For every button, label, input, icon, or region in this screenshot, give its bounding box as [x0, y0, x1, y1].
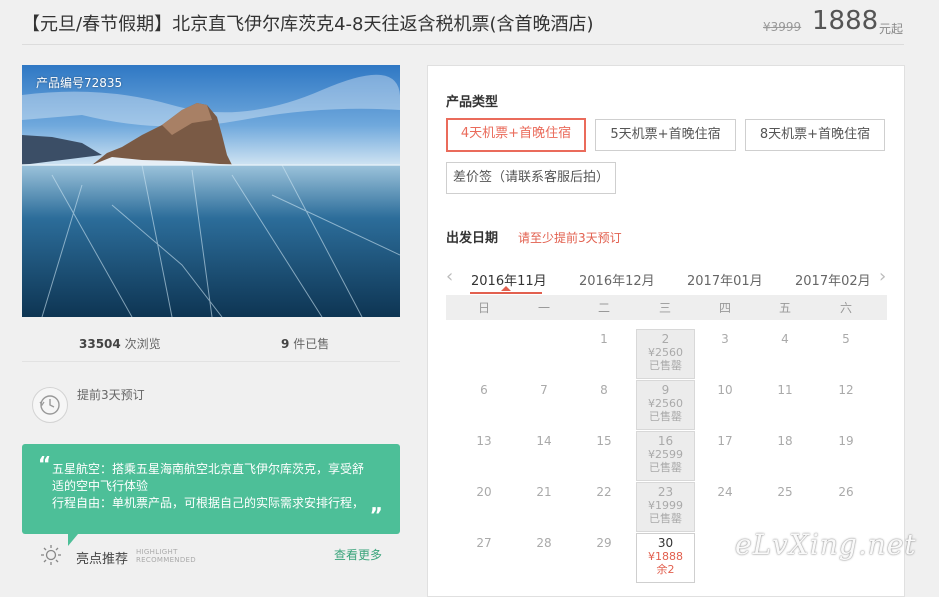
day-number: 23	[657, 485, 674, 499]
sun-icon	[40, 544, 62, 566]
highlight-en-line-2: RECOMMENDED	[136, 556, 196, 564]
month-tab-2017-01[interactable]: 2017年01月	[687, 270, 763, 289]
day-price: ¥2560	[648, 397, 683, 410]
quote-close-icon: „	[370, 492, 384, 516]
sold-count: 9	[281, 337, 290, 351]
product-type-title: 产品类型	[446, 95, 499, 110]
highlight-line-2: 行程自由：单机票产品，可根据自己的实际需求安排行程，	[52, 496, 365, 510]
calendar-day-1: 1	[600, 332, 608, 346]
highlight-title-en: HIGHLIGHT RECOMMENDED	[136, 548, 196, 564]
calendar-day-15: 15	[596, 434, 612, 448]
highlight-pointer	[68, 534, 80, 546]
option-4-day[interactable]: 4天机票+首晚住宿	[446, 118, 586, 152]
calendar-day-21: 21	[536, 485, 552, 499]
views-stat: 33504 次浏览	[79, 335, 161, 352]
price-unit: 元起	[879, 22, 904, 36]
calendar-day-11: 11	[777, 383, 793, 397]
product-id: 产品编号72835	[36, 76, 123, 90]
calendar-day-14: 14	[536, 434, 552, 448]
day-status: 余2	[656, 563, 675, 576]
calendar-day-20: 20	[476, 485, 492, 499]
weekday-sun: 日	[477, 301, 490, 315]
day-price: ¥2599	[648, 448, 683, 461]
next-month-icon[interactable]: ›	[879, 266, 886, 287]
option-8-day[interactable]: 8天机票+首晚住宿	[745, 119, 885, 151]
calendar-day-12: 12	[838, 383, 854, 397]
calendar-day-26: 26	[838, 485, 854, 499]
calendar-day-30[interactable]: 30 ¥1888 余2	[636, 533, 695, 583]
day-price: ¥1999	[648, 499, 683, 512]
option-price-difference[interactable]: 差价签（请联系客服后拍）	[446, 162, 616, 194]
views-label: 次浏览	[124, 337, 161, 351]
current-price: 1888	[812, 6, 879, 36]
day-number: 9	[661, 383, 670, 397]
quote-open-icon: “	[38, 452, 52, 476]
calendar-day-8: 8	[600, 383, 608, 397]
watermark: eLvXing.net	[735, 528, 917, 561]
date-hint: 请至少提前3天预订	[518, 231, 622, 245]
day-status: 已售罄	[649, 461, 682, 474]
day-status: 已售罄	[649, 512, 682, 525]
weekday-tue: 二	[597, 301, 610, 315]
calendar-day-2[interactable]: 2 ¥2560 已售罄	[636, 329, 695, 379]
booking-panel: 产品类型 4天机票+首晚住宿 5天机票+首晚住宿 8天机票+首晚住宿 差价签（请…	[427, 65, 905, 597]
views-count: 33504	[79, 337, 121, 351]
calendar-day-16[interactable]: 16 ¥2599 已售罄	[636, 431, 695, 481]
advance-booking-text: 提前3天预订	[77, 388, 145, 402]
product-stats: 33504 次浏览 9 件已售	[22, 325, 400, 362]
weekday-fri: 五	[778, 301, 791, 315]
highlight-box: “ 五星航空：搭乘五星海南航空北京直飞伊尔库茨克，享受舒适的空中飞行体验 行程自…	[22, 444, 400, 534]
calendar-day-23[interactable]: 23 ¥1999 已售罄	[636, 482, 695, 532]
title-divider	[22, 44, 904, 45]
highlight-line-1: 五星航空：搭乘五星海南航空北京直飞伊尔库茨克，享受舒适的空中飞行体验	[52, 462, 365, 493]
day-number: 16	[657, 434, 674, 448]
calendar-day-10: 10	[717, 383, 733, 397]
highlight-text: 五星航空：搭乘五星海南航空北京直飞伊尔库茨克，享受舒适的空中飞行体验 行程自由：…	[52, 461, 372, 512]
day-status: 已售罄	[649, 359, 682, 372]
calendar-day-22: 22	[596, 485, 612, 499]
calendar-day-4: 4	[781, 332, 789, 346]
sold-label: 件已售	[293, 337, 330, 351]
departure-date-title: 出发日期	[446, 231, 499, 246]
lake-baikal-image	[22, 65, 400, 317]
product-photo: 产品编号72835	[22, 65, 400, 317]
calendar-day-6: 6	[480, 383, 488, 397]
weekday-thu: 四	[718, 301, 731, 315]
calendar-day-13: 13	[476, 434, 492, 448]
view-more-link[interactable]: 查看更多	[334, 546, 382, 563]
calendar-day-17: 17	[717, 434, 733, 448]
calendar-day-29: 29	[596, 536, 612, 550]
clock-icon	[32, 387, 68, 423]
calendar-day-9[interactable]: 9 ¥2560 已售罄	[636, 380, 695, 430]
calendar-day-18: 18	[777, 434, 793, 448]
weekday-sat: 六	[839, 301, 852, 315]
month-underline	[470, 292, 542, 294]
weekday-wed: 三	[658, 301, 671, 315]
calendar-day-24: 24	[717, 485, 733, 499]
original-price: ¥3999	[763, 20, 802, 34]
calendar-day-25: 25	[777, 485, 793, 499]
calendar-day-27: 27	[476, 536, 492, 550]
day-status: 已售罄	[649, 410, 682, 423]
calendar-day-3: 3	[721, 332, 729, 346]
day-price: ¥1888	[648, 550, 683, 563]
product-title: 【元旦/春节假期】北京直飞伊尔库茨克4-8天往返含税机票(含首晚酒店)	[22, 14, 594, 35]
highlight-title: 亮点推荐	[76, 552, 129, 567]
month-tab-2017-02[interactable]: 2017年02月	[795, 270, 871, 289]
calendar-day-28: 28	[536, 536, 552, 550]
day-number: 30	[657, 536, 674, 550]
weekday-mon: 一	[537, 301, 550, 315]
day-number: 2	[661, 332, 670, 346]
calendar-day-7: 7	[540, 383, 548, 397]
weekday-header: 日 一 二 三 四 五 六	[446, 295, 887, 320]
highlight-en-line-1: HIGHLIGHT	[136, 548, 178, 556]
calendar-day-5: 5	[842, 332, 850, 346]
month-caret	[501, 286, 511, 291]
sold-stat: 9 件已售	[281, 335, 329, 352]
month-tab-2016-12[interactable]: 2016年12月	[579, 270, 655, 289]
day-price: ¥2560	[648, 346, 683, 359]
prev-month-icon[interactable]: ‹	[446, 266, 453, 287]
option-5-day[interactable]: 5天机票+首晚住宿	[595, 119, 736, 151]
calendar-day-19: 19	[838, 434, 854, 448]
